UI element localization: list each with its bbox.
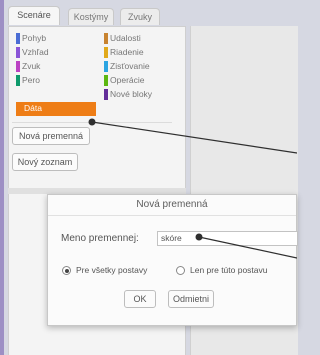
annotation-line-data [91,121,297,154]
annotation-dot-name [195,233,203,241]
annotation-dot-data [88,118,96,126]
annotation-lines [88,118,297,259]
annotation-line-name [198,236,297,259]
